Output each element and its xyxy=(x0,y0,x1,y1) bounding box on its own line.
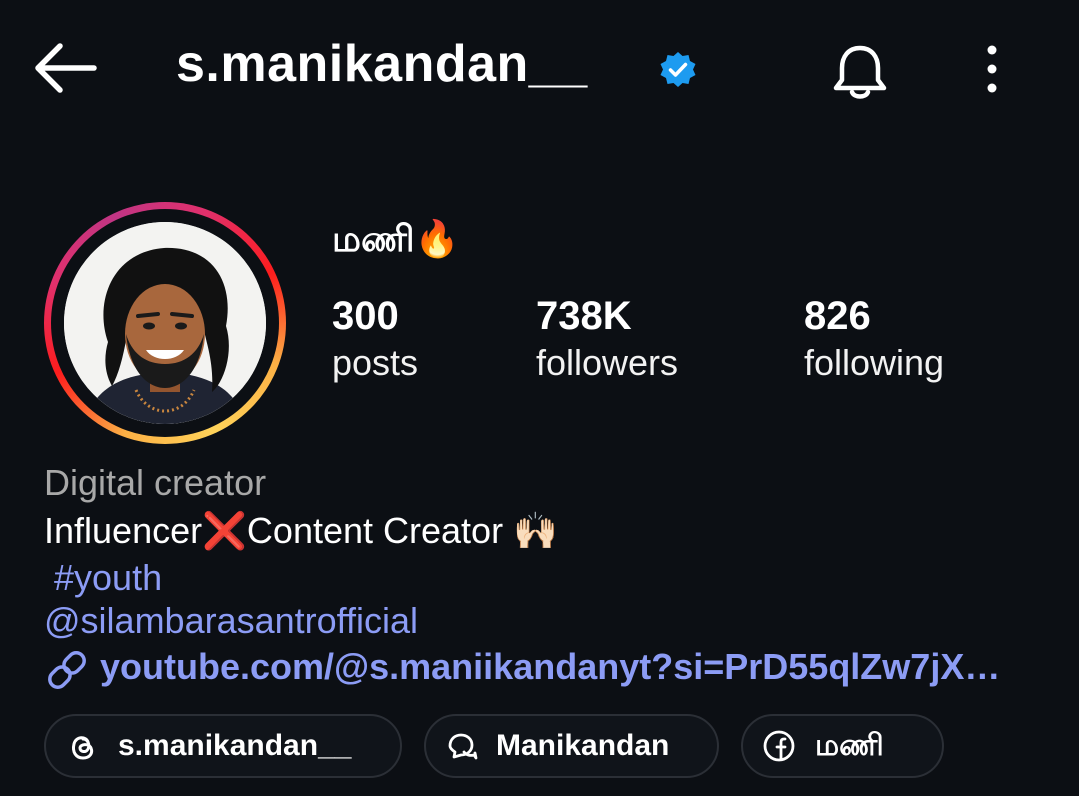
bio-hashtag-link[interactable]: #youth xyxy=(54,557,162,599)
following-label: following xyxy=(804,342,945,383)
profile-username: s.manikandan__ xyxy=(176,35,588,93)
avatar xyxy=(64,222,266,424)
bio-mention-link[interactable]: @silambarasantrofficial xyxy=(44,600,418,642)
followers-label: followers xyxy=(536,342,679,383)
channel-chip[interactable]: Manikandan xyxy=(424,714,719,778)
facebook-chip-label: மணி xyxy=(815,729,884,762)
more-vertical-icon[interactable] xyxy=(972,42,1012,96)
following-count: 826 xyxy=(804,294,871,338)
bio-text: Influencer❌Content Creator 🙌🏻 xyxy=(44,510,558,551)
followers-stat[interactable]: 738K followers xyxy=(536,292,678,386)
followers-count: 738K xyxy=(536,294,632,338)
verified-badge-icon xyxy=(658,50,698,90)
facebook-icon xyxy=(763,730,795,762)
posts-label: posts xyxy=(332,342,419,383)
link-icon xyxy=(44,647,90,693)
following-stat[interactable]: 826 following xyxy=(804,292,944,386)
channel-chip-label: Manikandan xyxy=(496,729,670,762)
posts-stat[interactable]: 300 posts xyxy=(332,292,418,386)
threads-icon xyxy=(66,730,98,762)
story-ring[interactable] xyxy=(44,202,286,444)
bell-icon[interactable] xyxy=(828,40,892,104)
display-name: மணி🔥 xyxy=(332,218,460,259)
top-bar: s.manikandan__ xyxy=(0,0,1079,140)
chat-bubbles-icon xyxy=(446,730,478,762)
profile-category: Digital creator xyxy=(44,462,267,503)
bio-website-link[interactable]: youtube.com/@s.maniikandanyt?si=PrD55qlZ… xyxy=(100,646,1000,688)
facebook-chip[interactable]: மணி xyxy=(741,714,944,778)
threads-chip-label: s.manikandan__ xyxy=(118,729,352,762)
threads-chip[interactable]: s.manikandan__ xyxy=(44,714,402,778)
back-arrow-icon[interactable] xyxy=(30,40,100,96)
posts-count: 300 xyxy=(332,294,399,338)
